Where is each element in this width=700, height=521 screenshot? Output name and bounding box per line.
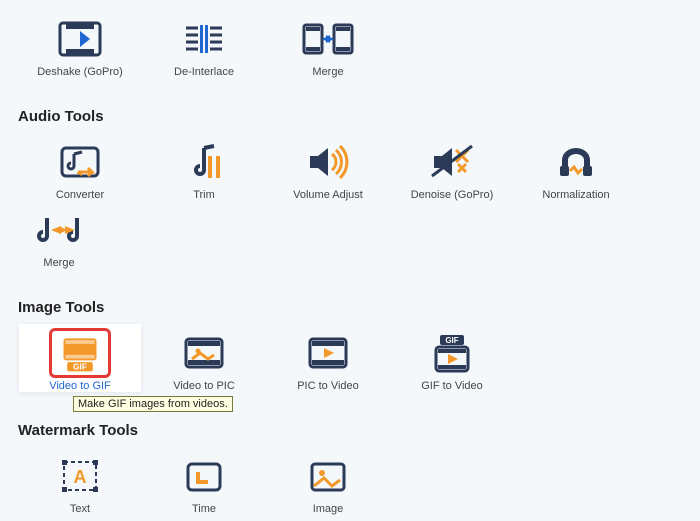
image-tools-row: Video to GIF Make GIF images from videos…: [18, 324, 682, 392]
tool-label: Video to PIC: [173, 380, 235, 392]
deinterlace-icon: [164, 16, 244, 62]
time-watermark-icon: [164, 453, 244, 499]
audio-converter-icon: [40, 139, 120, 185]
tool-label: Time: [192, 503, 216, 515]
audio-tools-row: Converter Trim Volume Adjust Denoise (Go…: [18, 133, 682, 269]
tool-image-watermark[interactable]: Image: [267, 447, 389, 515]
image-tools-title: Image Tools: [18, 299, 682, 316]
audio-merge-icon: [19, 207, 99, 253]
tool-video-merge[interactable]: Merge: [267, 10, 389, 78]
tool-label: Converter: [56, 189, 104, 201]
tool-label: Merge: [43, 257, 74, 269]
tool-denoise[interactable]: Denoise (GoPro): [391, 133, 513, 201]
pic-to-video-icon: [288, 330, 368, 376]
watermark-tools-section: Watermark Tools Text Time Image: [0, 398, 700, 521]
tool-label: Normalization: [542, 189, 609, 201]
tool-label: Text: [70, 503, 90, 515]
volume-adjust-icon: [288, 139, 368, 185]
tool-gif-to-video[interactable]: GIF to Video: [391, 324, 513, 392]
denoise-icon: [412, 139, 492, 185]
audio-tools-title: Audio Tools: [18, 108, 682, 125]
image-tools-section: Image Tools Video to GIF Make GIF images…: [0, 275, 700, 398]
watermark-tools-row: Text Time Image: [18, 447, 682, 515]
tool-pic-to-video[interactable]: PIC to Video: [267, 324, 389, 392]
image-watermark-icon: [288, 453, 368, 499]
tool-label: PIC to Video: [297, 380, 359, 392]
tool-label: Video to GIF: [49, 380, 111, 392]
text-watermark-icon: [40, 453, 120, 499]
tool-label: Merge: [312, 66, 343, 78]
tooltip: Make GIF images from videos.: [73, 396, 233, 412]
tool-label: Denoise (GoPro): [411, 189, 494, 201]
tool-label: GIF to Video: [421, 380, 483, 392]
audio-tools-section: Audio Tools Converter Trim Volume Adjust…: [0, 84, 700, 275]
tool-video-to-pic[interactable]: Video to PIC: [143, 324, 265, 392]
tool-volume-adjust[interactable]: Volume Adjust: [267, 133, 389, 201]
normalization-icon: [536, 139, 616, 185]
tool-video-to-gif[interactable]: Video to GIF Make GIF images from videos…: [19, 324, 141, 392]
gif-to-video-icon: [412, 330, 492, 376]
tool-time-watermark[interactable]: Time: [143, 447, 265, 515]
tool-label: Image: [313, 503, 344, 515]
tool-audio-merge[interactable]: Merge: [19, 201, 99, 269]
tool-label: Trim: [193, 189, 215, 201]
tool-text-watermark[interactable]: Text: [19, 447, 141, 515]
tool-audio-converter[interactable]: Converter: [19, 133, 141, 201]
tool-deinterlace[interactable]: De-Interlace: [143, 10, 265, 78]
top-row: Deshake (GoPro) De-Interlace Merge: [18, 10, 682, 78]
video-to-gif-icon: [40, 330, 120, 376]
watermark-tools-title: Watermark Tools: [18, 422, 682, 439]
tool-label: Volume Adjust: [293, 189, 363, 201]
tool-label: De-Interlace: [174, 66, 234, 78]
deshake-icon: [40, 16, 120, 62]
tool-deshake[interactable]: Deshake (GoPro): [19, 10, 141, 78]
tool-label: Deshake (GoPro): [37, 66, 123, 78]
audio-trim-icon: [164, 139, 244, 185]
video-merge-icon: [288, 16, 368, 62]
top-row-section: Deshake (GoPro) De-Interlace Merge: [0, 0, 700, 84]
video-to-pic-icon: [164, 330, 244, 376]
tool-audio-trim[interactable]: Trim: [143, 133, 265, 201]
tool-normalization[interactable]: Normalization: [515, 133, 637, 201]
